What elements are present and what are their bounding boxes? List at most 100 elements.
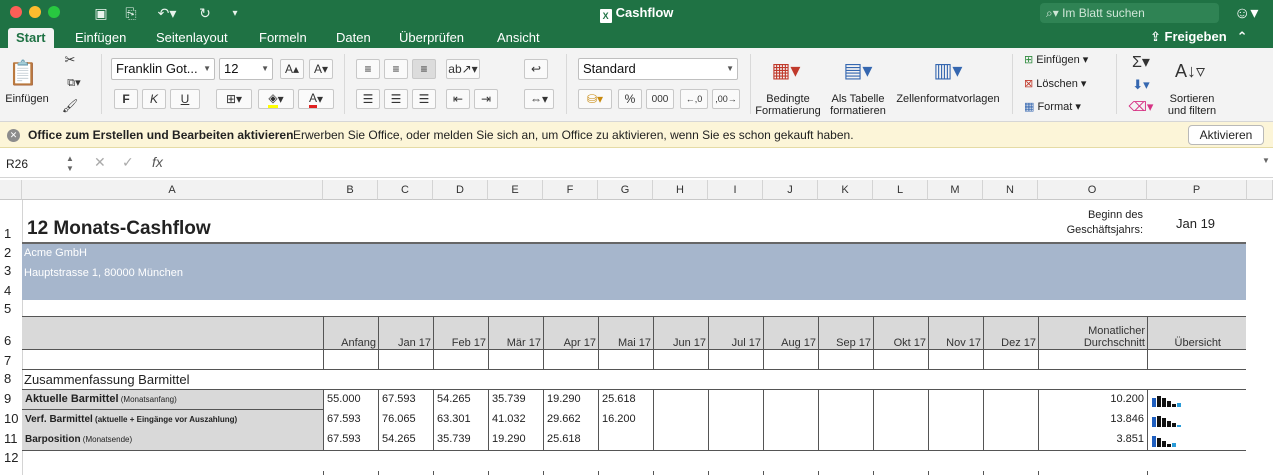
value-cell[interactable]: 55.000 <box>323 390 378 410</box>
column-header[interactable]: A <box>22 180 323 200</box>
tab-seitenlayout[interactable]: Seitenlayout <box>148 28 236 48</box>
column-header[interactable]: E <box>488 180 543 200</box>
paste-label[interactable]: Einfügen <box>4 93 50 105</box>
sheet-title[interactable]: 12 Monats-Cashflow <box>27 218 211 240</box>
decrease-indent-button[interactable]: ⇤ <box>446 89 470 109</box>
value-cell[interactable] <box>708 390 763 410</box>
cell-styles-button[interactable]: Zellenformatvorlagen <box>892 93 1004 105</box>
value-cell[interactable] <box>763 390 818 410</box>
value-cell[interactable] <box>928 430 983 450</box>
align-center-button[interactable]: ☰ <box>384 89 408 109</box>
autosum-icon[interactable]: Σ▾ <box>1128 52 1154 72</box>
tab-formeln[interactable]: Formeln <box>251 28 315 48</box>
value-cell[interactable]: 35.739 <box>488 390 543 410</box>
decrease-decimal-button[interactable]: ,00→ <box>712 89 740 109</box>
column-header[interactable]: N <box>983 180 1038 200</box>
month-header-cell[interactable]: Jul 17 <box>708 317 763 351</box>
tab-daten[interactable]: Daten <box>328 28 379 48</box>
sort-filter-icon[interactable]: A↓▿ <box>1170 56 1210 86</box>
value-cell[interactable]: 67.593 <box>378 390 433 410</box>
cell-styles-icon[interactable]: ▥▾ <box>928 54 968 86</box>
month-header-cell[interactable]: Nov 17 <box>928 317 983 351</box>
increase-font-size-button[interactable]: A▴ <box>280 59 304 79</box>
save-icon[interactable]: ⎘ <box>122 3 140 23</box>
tab-ueberpruefen[interactable]: Überprüfen <box>391 28 472 48</box>
conditional-formatting-icon[interactable]: ▦▾ <box>768 54 804 86</box>
format-as-table-button[interactable]: Als Tabelle formatieren <box>826 93 890 117</box>
redo-icon[interactable]: ↻ <box>196 3 214 23</box>
column-header[interactable]: P <box>1147 180 1247 200</box>
share-button[interactable]: ⇪ Freigeben ⌃ <box>1150 29 1248 45</box>
column-header[interactable]: I <box>708 180 763 200</box>
month-header-cell[interactable]: Sep 17 <box>818 317 873 351</box>
grid-cell[interactable] <box>323 471 378 475</box>
row-label-cell[interactable]: Verf. Barmittel (aktuelle + Eingänge vor… <box>22 410 323 430</box>
value-cell[interactable] <box>928 410 983 430</box>
value-cell[interactable]: 67.593 <box>323 410 378 430</box>
row-label-cell[interactable]: Aktuelle Barmittel (Monatsanfang) <box>22 390 323 410</box>
value-cell[interactable] <box>763 410 818 430</box>
value-cell[interactable] <box>653 390 708 410</box>
tab-einfuegen[interactable]: Einfügen <box>67 28 134 48</box>
sheet-search-field[interactable]: ⌕▾ Im Blatt suchen <box>1040 3 1219 23</box>
wrap-text-button[interactable]: ↩ <box>524 59 548 79</box>
underline-button[interactable]: U <box>170 89 200 109</box>
grid-cell[interactable] <box>1147 350 1247 370</box>
insert-cells-button[interactable]: ⊞ Einfügen ▾ <box>1024 54 1108 66</box>
month-header-cell[interactable]: Apr 17 <box>543 317 598 351</box>
value-cell[interactable] <box>653 410 708 430</box>
month-header-cell[interactable]: Mai 17 <box>598 317 653 351</box>
row-header[interactable]: 12 <box>0 450 22 466</box>
row-header[interactable]: 7 <box>0 353 22 369</box>
grid-cell[interactable] <box>873 471 928 475</box>
maximize-window-button[interactable] <box>48 6 60 18</box>
grid-cell[interactable] <box>763 350 818 370</box>
name-box[interactable]: R26 ▲ ▼ <box>4 154 80 174</box>
grid-cell[interactable] <box>323 350 378 370</box>
overview-sparkline-cell[interactable] <box>1147 390 1247 410</box>
value-cell[interactable]: 41.032 <box>488 410 543 430</box>
value-cell[interactable] <box>598 430 653 450</box>
merge-center-button[interactable]: ⇔▾ <box>524 89 554 109</box>
row-header[interactable]: 11 <box>0 431 22 447</box>
grid-cell[interactable] <box>818 471 873 475</box>
undo-icon[interactable]: ↶▾ <box>153 3 181 23</box>
font-color-button[interactable]: A ▾ <box>298 89 334 109</box>
value-cell[interactable] <box>873 430 928 450</box>
row-header[interactable]: 2 <box>0 245 22 261</box>
average-header-cell[interactable]: Monatlicher Durchschnitt <box>1038 317 1147 351</box>
delete-cells-button[interactable]: ⊠ Löschen ▾ <box>1024 78 1108 90</box>
value-cell[interactable] <box>708 410 763 430</box>
align-middle-button[interactable]: ≡ <box>384 59 408 79</box>
insert-function-icon[interactable]: fx <box>152 154 163 170</box>
grid-cell[interactable] <box>873 350 928 370</box>
grid-cell[interactable] <box>598 471 653 475</box>
row-label-cell[interactable]: Barposition (Monatsende) <box>22 430 323 450</box>
format-as-table-icon[interactable]: ▤▾ <box>838 54 878 86</box>
select-all-corner[interactable] <box>0 180 22 200</box>
expand-formula-bar-icon[interactable]: ▼ <box>1262 156 1270 165</box>
sort-filter-button[interactable]: Sortieren und filtern <box>1160 93 1224 117</box>
row-header[interactable]: 5 <box>0 301 22 317</box>
grid-cell[interactable] <box>983 471 1038 475</box>
month-header-cell[interactable]: Jan 17 <box>378 317 433 351</box>
increase-indent-button[interactable]: ⇥ <box>474 89 498 109</box>
copy-icon[interactable]: ⧉▾ <box>62 75 86 91</box>
format-painter-icon[interactable]: 🖌 <box>62 98 79 114</box>
grid-cell[interactable] <box>653 471 708 475</box>
value-cell[interactable] <box>873 390 928 410</box>
section-title[interactable]: Zusammenfassung Barmittel <box>24 372 189 387</box>
grid-cell[interactable] <box>543 471 598 475</box>
overview-header-cell[interactable]: Übersicht <box>1147 317 1247 351</box>
bold-button[interactable]: F <box>114 89 138 109</box>
value-cell[interactable]: 67.593 <box>323 430 378 450</box>
average-cell[interactable]: 10.200 <box>1038 390 1147 410</box>
font-name-select[interactable]: Franklin Got... ▼ <box>111 58 215 80</box>
fill-color-button[interactable]: ◈ ▾ <box>258 89 294 109</box>
column-header[interactable]: H <box>653 180 708 200</box>
value-cell[interactable] <box>818 430 873 450</box>
overview-sparkline-cell[interactable] <box>1147 410 1247 430</box>
conditional-formatting-button[interactable]: Bedingte Formatierung <box>752 93 824 117</box>
tab-start[interactable]: Start <box>8 28 54 48</box>
value-cell[interactable] <box>818 410 873 430</box>
